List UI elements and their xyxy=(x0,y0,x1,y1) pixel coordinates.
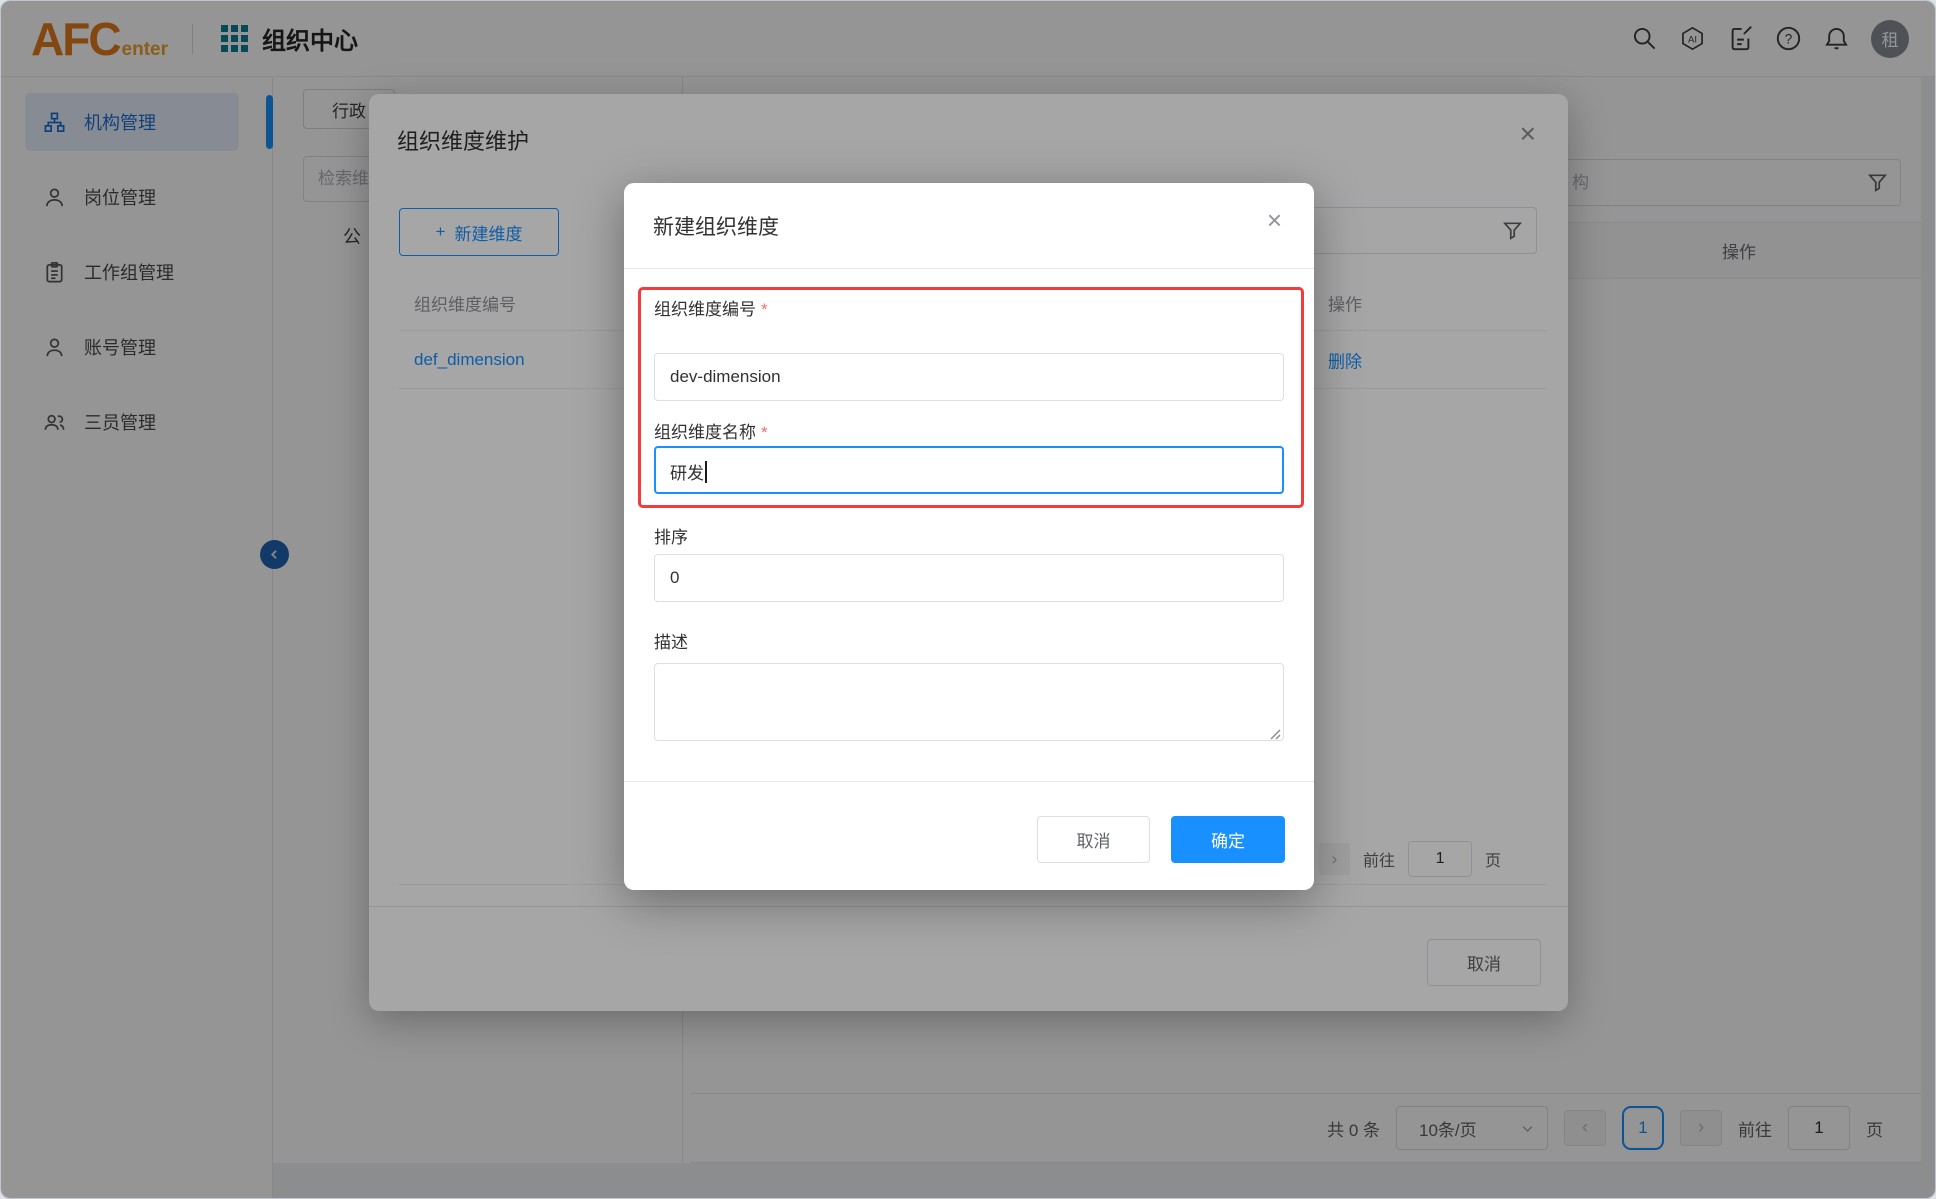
description-field-textarea[interactable] xyxy=(654,663,1284,741)
code-field-label: 组织维度编号* xyxy=(654,295,768,320)
name-field-value: 研发 xyxy=(670,459,707,484)
app-window: AFC enter 组织中心 AI ? 租 xyxy=(0,0,1936,1199)
required-asterisk: * xyxy=(761,423,768,442)
sort-field-label: 排序 xyxy=(654,523,688,548)
text-cursor xyxy=(705,461,707,483)
modal-footer-divider xyxy=(624,781,1314,782)
modal-header: 新建组织维度 × xyxy=(624,183,1314,269)
close-icon[interactable]: × xyxy=(1267,207,1282,233)
confirm-button[interactable]: 确定 xyxy=(1171,816,1285,863)
modal-title: 新建组织维度 xyxy=(653,211,779,241)
required-asterisk: * xyxy=(761,300,768,319)
description-field-label: 描述 xyxy=(654,628,688,653)
code-field-input[interactable] xyxy=(654,353,1284,401)
resize-handle-icon[interactable] xyxy=(1269,728,1281,740)
sort-field-input[interactable] xyxy=(654,554,1284,602)
create-dimension-modal: 新建组织维度 × 组织维度编号* 组织维度名称* 研发 排序 描述 取消 确定 xyxy=(624,183,1314,890)
cancel-button[interactable]: 取消 xyxy=(1037,816,1150,863)
name-field-label: 组织维度名称* xyxy=(654,418,768,443)
name-field-input[interactable] xyxy=(654,446,1284,494)
